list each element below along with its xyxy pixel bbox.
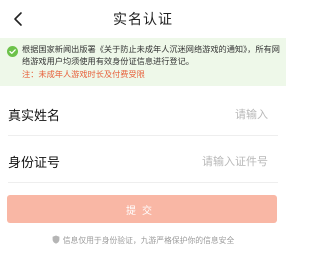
divider xyxy=(8,182,278,183)
privacy-text: 信息仅用于身份验证，九游严格保护你的信息安全 xyxy=(62,236,235,245)
submit-button[interactable]: 提交 xyxy=(7,195,277,223)
page-title: 实名认证 xyxy=(113,12,173,28)
real-name-input[interactable] xyxy=(118,104,268,124)
id-number-label: 身份证号 xyxy=(8,156,61,171)
real-name-label: 真实姓名 xyxy=(8,109,61,124)
anti-addiction-notice: 根据国家新闻出版署《关于防止未成年人沉迷网络游戏的通知》，所有网络游戏用户均须使… xyxy=(0,38,286,86)
navigation-bar: 实名认证 xyxy=(0,0,286,38)
divider xyxy=(8,135,278,136)
notice-warning: 注：未成年人游戏时长及付费受限 xyxy=(22,69,145,79)
privacy-footer: 信息仅用于身份验证，九游严格保护你的信息安全 xyxy=(0,235,286,246)
id-number-input[interactable] xyxy=(118,151,268,171)
notice-text: 根据国家新闻出版署《关于防止未成年人沉迷网络游戏的通知》，所有网络游戏用户均须使… xyxy=(22,44,280,66)
id-number-row: 身份证号 xyxy=(0,139,286,183)
check-circle-icon xyxy=(7,46,18,57)
real-name-row: 真实姓名 xyxy=(0,92,286,136)
shield-icon xyxy=(52,235,60,244)
